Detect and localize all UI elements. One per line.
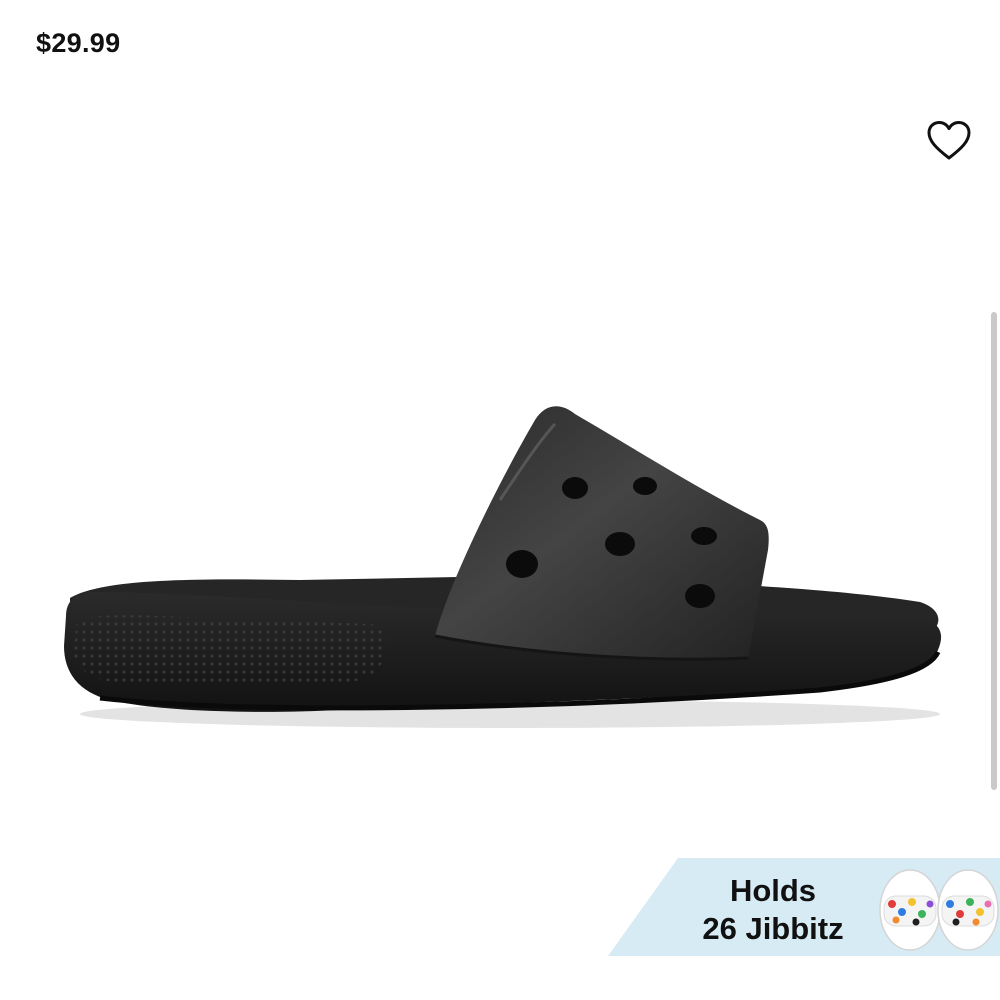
heart-outline-icon — [927, 121, 971, 160]
banner-line-2: 26 Jibbitz — [702, 911, 844, 946]
jibbitz-promo-banner[interactable]: Holds 26 Jibbitz — [608, 858, 1000, 956]
product-price: $29.99 — [36, 28, 121, 58]
product-page: $29.99 Holds 26 Jibbitz — [0, 0, 1000, 1000]
product-image — [64, 406, 942, 728]
jibbitz-slides-image — [879, 869, 999, 951]
banner-text: Holds 26 Jibbitz — [678, 872, 868, 948]
banner-line-1: Holds — [729, 873, 817, 908]
scrollbar[interactable] — [991, 312, 997, 790]
favorite-button[interactable] — [920, 112, 978, 170]
